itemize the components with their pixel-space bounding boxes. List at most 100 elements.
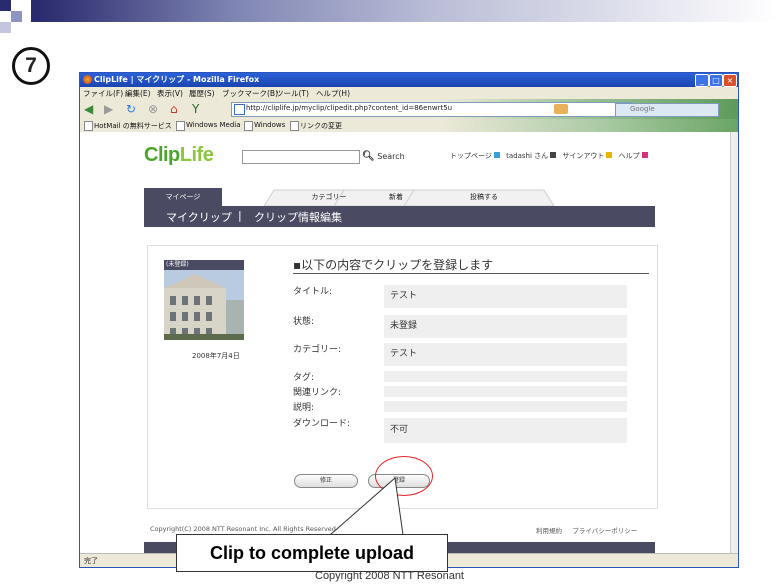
square-bullet-icon: [641, 152, 648, 158]
window-title: ClipLife | マイクリップ - Mozilla Firefox: [94, 75, 260, 84]
clip-confirm-panel: (未登録) 2008年7月4日 ▪以下の内容でクリップを登録します タイトル: …: [147, 245, 658, 509]
slide-copyright: Copyright 2008 NTT Resonant: [315, 570, 464, 582]
bookmark-page-icon: [84, 121, 93, 131]
confirm-heading: ▪以下の内容でクリップを登録します: [293, 258, 494, 272]
terms-link[interactable]: 利用規約: [536, 527, 562, 535]
menu-edit[interactable]: 編集(E): [125, 88, 151, 99]
field-value-category-text: テスト: [390, 349, 418, 359]
web-page: ClipLife 🔍︎ Search トップページ tadashi さん サイン…: [80, 132, 730, 553]
menu-help[interactable]: ヘルプ(H): [316, 88, 350, 99]
status-text: 完了: [84, 557, 98, 565]
toppage-link[interactable]: トップページ: [450, 152, 492, 160]
subnav-clip-edit: クリップ情報編集: [254, 211, 342, 224]
url-bar[interactable]: http://cliplife.jp/myclip/clipedit.php?c…: [231, 102, 633, 117]
field-label-description: 説明:: [293, 403, 315, 413]
field-value-category: テスト: [384, 343, 627, 366]
bookmark-link-change[interactable]: リンクの変更: [300, 121, 342, 131]
tab-category[interactable]: カテゴリー: [294, 188, 364, 206]
back-arrow-icon[interactable]: ◀: [84, 102, 93, 116]
tab-new[interactable]: 新着: [366, 188, 426, 206]
field-value-status-text: 未登録: [390, 321, 418, 331]
field-value-title-text: テスト: [390, 291, 418, 301]
rss-feed-icon[interactable]: [554, 104, 568, 114]
square-bullet-icon: [606, 152, 613, 158]
building-thumbnail-image: [164, 270, 244, 340]
site-search-input[interactable]: [242, 150, 360, 164]
clip-status-tag: (未登録): [164, 260, 244, 270]
field-label-title: タイトル:: [293, 287, 333, 297]
field-value-related-links: [384, 386, 627, 397]
clip-thumbnail[interactable]: [164, 270, 244, 340]
vertical-scrollbar[interactable]: [730, 132, 738, 553]
magnifier-icon: 🔍︎: [362, 151, 375, 162]
bookmark-page-icon: [290, 121, 299, 131]
minimize-button[interactable]: _: [695, 74, 709, 87]
url-text: http://cliplife.jp/myclip/clipedit.php?c…: [246, 104, 453, 112]
slide-header-bar: [0, 0, 779, 22]
field-value-download: 不可: [384, 418, 627, 443]
menu-file[interactable]: ファイル(F): [83, 88, 123, 99]
field-value-tags: [384, 371, 627, 382]
maximize-button[interactable]: □: [709, 74, 723, 87]
field-value-tags-text: [384, 371, 390, 381]
subnav-myclip[interactable]: マイクリップ: [166, 209, 232, 225]
field-value-status: 未登録: [384, 315, 627, 338]
tab-mypage[interactable]: マイページ: [144, 188, 222, 206]
forward-arrow-icon[interactable]: ▶: [104, 102, 113, 116]
field-label-status: 状態:: [293, 317, 315, 327]
menu-bar: ファイル(F) 編集(E) 表示(V) 履歴(S) ブックマーク(B) ツール(…: [80, 87, 738, 99]
field-value-description-text: [384, 401, 390, 411]
heading-divider: [293, 273, 649, 274]
browser-search-input[interactable]: Google: [615, 103, 719, 117]
bookmark-windows[interactable]: Windows: [254, 121, 285, 129]
bookmark-hotmail[interactable]: HotMail の無料サービス: [94, 121, 172, 131]
slide-deco-square: [0, 0, 11, 11]
field-label-download: ダウンロード:: [293, 419, 351, 429]
signout-link[interactable]: サインアウト: [562, 152, 604, 160]
square-bullet-icon: [550, 152, 557, 158]
field-label-related-links: 関連リンク:: [293, 388, 342, 398]
field-value-related-links-text: [384, 386, 390, 396]
stop-icon[interactable]: ⊗: [148, 102, 158, 116]
navigation-toolbar: ◀ ▶ ↻ ⊗ ⌂ Y http://cliplife.jp/myclip/cl…: [80, 99, 738, 119]
privacy-link[interactable]: プライバシーポリシー: [572, 527, 637, 535]
clip-date: 2008年7月4日: [192, 352, 240, 360]
site-tab-bar: マイページ カテゴリー 新着 投稿する: [144, 188, 584, 206]
step-number-badge: 7: [12, 47, 50, 85]
reload-icon[interactable]: ↻: [126, 102, 136, 116]
edit-button[interactable]: 修正: [294, 474, 358, 488]
square-bullet-icon: [493, 152, 500, 158]
cliplife-logo[interactable]: ClipLife: [144, 144, 214, 167]
highlight-circle: [375, 456, 433, 496]
subnav-separator: |: [238, 209, 242, 222]
logo-clip-text: Clip: [144, 144, 180, 166]
help-link[interactable]: ヘルプ: [619, 152, 640, 160]
page-favicon-icon: [234, 104, 245, 115]
footer-links: 利用規約 プライバシーポリシー: [536, 525, 637, 535]
field-value-title: テスト: [384, 285, 627, 308]
field-label-category: カテゴリー:: [293, 345, 342, 355]
home-icon[interactable]: ⌂: [170, 102, 178, 116]
bookmark-page-icon: [176, 121, 185, 131]
menu-tools[interactable]: ツール(T): [276, 88, 309, 99]
field-value-download-text: 不可: [390, 425, 409, 435]
field-value-description: [384, 401, 627, 412]
menu-history[interactable]: 履歴(S): [189, 88, 215, 99]
menu-bookmarks[interactable]: ブックマーク(B): [222, 88, 278, 99]
bookmark-windows-media[interactable]: Windows Media: [186, 121, 241, 129]
field-label-tags: タグ:: [293, 373, 315, 383]
slide-deco-square: [11, 11, 22, 22]
sub-navigation: マイクリップ | クリップ情報編集: [144, 206, 655, 227]
tab-post[interactable]: 投稿する: [444, 188, 524, 206]
site-search-button[interactable]: 🔍︎ Search: [362, 151, 405, 162]
user-name-link[interactable]: tadashi さん: [506, 152, 548, 160]
search-label: Search: [377, 152, 405, 161]
top-links: トップページ tadashi さん サインアウト ヘルプ: [450, 151, 652, 161]
firefox-icon: [83, 75, 92, 84]
menu-view[interactable]: 表示(V): [157, 88, 183, 99]
title-bar: ClipLife | マイクリップ - Mozilla Firefox _ □ …: [80, 73, 738, 87]
slide-deco-square: [0, 22, 11, 33]
site-copyright: Copyright(C) 2008 NTT Resonant Inc. All …: [150, 525, 338, 533]
addon-icon[interactable]: Y: [192, 102, 199, 116]
close-button[interactable]: ×: [723, 74, 737, 87]
